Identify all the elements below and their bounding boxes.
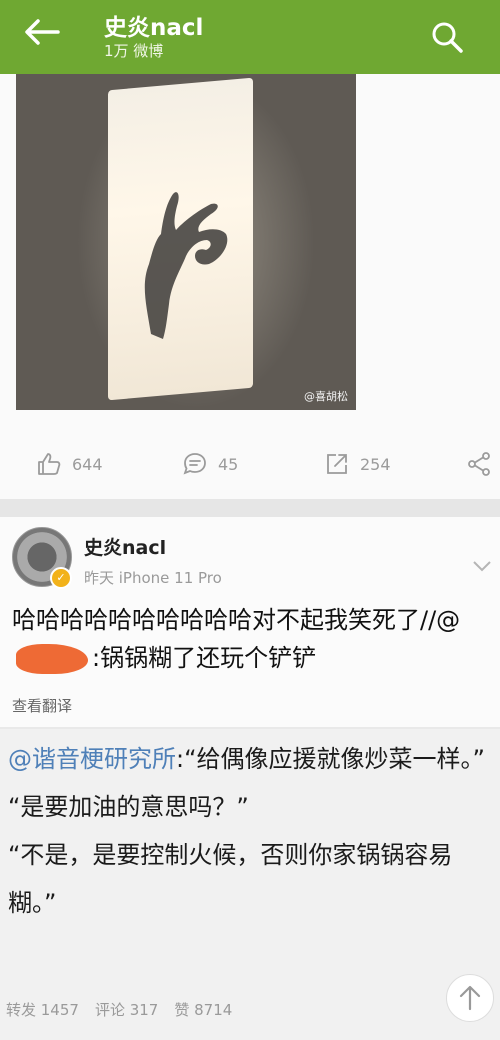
post-card: @喜胡松 644 45 254 [0, 74, 500, 499]
original-post[interactable]: @谐音梗研究所:“给偶像应援就像炒菜一样。” “是要加油的意思吗？” “不是，是… [0, 729, 500, 1040]
repost-text-after: :锅锅糊了还玩个铲铲 [92, 644, 317, 672]
post-photo[interactable]: @喜胡松 [16, 74, 356, 410]
mention-link[interactable]: @谐音梗研究所 [8, 745, 176, 773]
comment-button[interactable]: 45 [182, 450, 238, 478]
chevron-down-icon[interactable] [472, 559, 492, 573]
verified-badge-icon: ✓ [50, 567, 72, 589]
redacted-username [16, 644, 88, 674]
repost-icon [327, 454, 347, 474]
share-button[interactable] [466, 450, 492, 478]
repost-card: ✓ 史炎nacl 昨天 iPhone 11 Pro 哈哈哈哈哈哈哈哈哈哈对不起我… [0, 517, 500, 727]
hand-shadow-image [144, 192, 228, 339]
like-button[interactable]: 644 [36, 450, 103, 478]
original-line-2: “是要加油的意思吗？” [8, 793, 249, 821]
scroll-to-top-button[interactable] [446, 974, 494, 1022]
repost-stat: 转发 1457 [6, 1001, 79, 1019]
top-bar: 史炎nacl 1万 微博 [0, 0, 500, 74]
repost-button[interactable]: 254 [324, 450, 391, 478]
repost-count: 254 [360, 454, 391, 474]
share-icon [468, 452, 490, 476]
translate-link[interactable]: 查看翻译 [12, 695, 72, 716]
like-count: 644 [72, 454, 103, 474]
like-stat: 赞 8714 [174, 1001, 233, 1019]
author-name[interactable]: 史炎nacl [84, 533, 166, 560]
page-subtitle: 1万 微博 [104, 42, 164, 60]
original-text: @谐音梗研究所:“给偶像应援就像炒菜一样。” “是要加油的意思吗？” “不是，是… [8, 735, 492, 927]
post-meta: 昨天 iPhone 11 Pro [84, 569, 222, 587]
section-divider [0, 499, 500, 517]
arrow-up-icon [459, 985, 481, 1011]
comment-stat: 评论 317 [94, 1001, 159, 1019]
comment-icon [183, 453, 206, 475]
thumbs-up-icon [38, 453, 61, 475]
comment-count: 45 [218, 454, 239, 474]
search-icon[interactable] [430, 20, 464, 54]
action-row: 644 45 254 [0, 442, 500, 488]
repost-text: 哈哈哈哈哈哈哈哈哈哈对不起我笑死了//@ :锅锅糊了还玩个铲铲 [12, 601, 492, 677]
original-stats: 转发 1457 评论 317 赞 8714 [6, 999, 232, 1020]
original-line-1: :“给偶像应援就像炒菜一样。” [176, 745, 485, 773]
repost-text-before: 哈哈哈哈哈哈哈哈哈哈对不起我笑死了//@ [12, 606, 461, 634]
original-line-3: “不是，是要控制火候，否则你家锅锅容易糊。” [8, 841, 453, 917]
watermark: @喜胡松 [304, 390, 348, 403]
page-title: 史炎nacl [104, 15, 204, 41]
back-arrow-icon[interactable] [22, 16, 62, 48]
